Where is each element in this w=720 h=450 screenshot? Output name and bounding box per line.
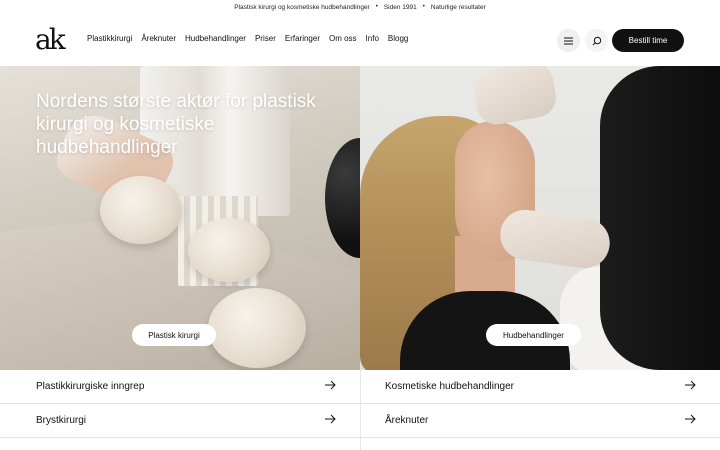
category-lists: Plastikkirurgiske inngrep Brystkirurgi K… (0, 370, 720, 450)
list-item-label: Kosmetiske hudbehandlinger (385, 381, 514, 392)
nav-item-areknuter[interactable]: Åreknuter (141, 34, 176, 43)
logo[interactable]: ak (35, 26, 66, 54)
nav-item-om-oss[interactable]: Om oss (329, 34, 357, 43)
list-item[interactable]: Brystkirurgi (0, 404, 360, 438)
list-item-label: Brystkirurgi (36, 415, 87, 426)
plastic-surgery-button[interactable]: Plastisk kirurgi (132, 324, 216, 346)
arm-shape (600, 66, 720, 370)
list-item[interactable] (361, 438, 720, 450)
nav-item-erfaringer[interactable]: Erfaringer (285, 34, 320, 43)
separator-dot: • (422, 4, 425, 10)
main-navigation: Plastikkirurgi Åreknuter Hudbehandlinger… (87, 34, 408, 43)
hero-headline: Nordens største aktør for plastisk kirur… (36, 91, 316, 158)
nav-item-hudbehandlinger[interactable]: Hudbehandlinger (185, 34, 246, 43)
list-item[interactable]: Kosmetiske hudbehandlinger (361, 370, 720, 404)
announcement-item: Siden 1991 (383, 3, 417, 11)
list-item[interactable]: Plastikkirurgiske inngrep (0, 370, 360, 404)
implant-shape (208, 288, 306, 368)
list-item[interactable] (0, 438, 360, 450)
search-button[interactable] (585, 29, 608, 52)
list-item-label: Plastikkirurgiske inngrep (36, 381, 145, 392)
arrow-right-icon (325, 380, 336, 390)
hamburger-icon (564, 37, 573, 44)
nav-item-priser[interactable]: Priser (255, 34, 276, 43)
skin-treatment-list: Kosmetiske hudbehandlinger Åreknuter (360, 370, 720, 450)
hero-section: Nordens største aktør for plastisk kirur… (0, 66, 720, 370)
announcement-bar: Plastisk kirurgi og kosmetiske hudbehand… (0, 0, 720, 14)
list-item-label: Åreknuter (385, 415, 429, 426)
plastic-surgery-list: Plastikkirurgiske inngrep Brystkirurgi (0, 370, 360, 450)
nav-item-blogg[interactable]: Blogg (388, 34, 408, 43)
glove-shape (470, 66, 560, 128)
nav-item-plastikkirurgi[interactable]: Plastikkirurgi (87, 34, 132, 43)
separator-dot: • (375, 4, 378, 10)
menu-button[interactable] (557, 29, 580, 52)
announcement-item: Naturlige resultater (430, 3, 486, 11)
skin-treatment-button[interactable]: Hudbehandlinger (486, 324, 581, 346)
arrow-right-icon (325, 414, 336, 424)
arrow-right-icon (685, 414, 696, 424)
arrow-right-icon (685, 380, 696, 390)
implant-shape (188, 218, 270, 282)
list-item[interactable]: Åreknuter (361, 404, 720, 438)
nav-item-info[interactable]: Info (366, 34, 379, 43)
search-icon (592, 36, 601, 45)
implant-shape (100, 176, 182, 244)
book-appointment-button[interactable]: Bestill time (612, 29, 684, 52)
announcement-item: Plastisk kirurgi og kosmetiske hudbehand… (234, 3, 370, 11)
